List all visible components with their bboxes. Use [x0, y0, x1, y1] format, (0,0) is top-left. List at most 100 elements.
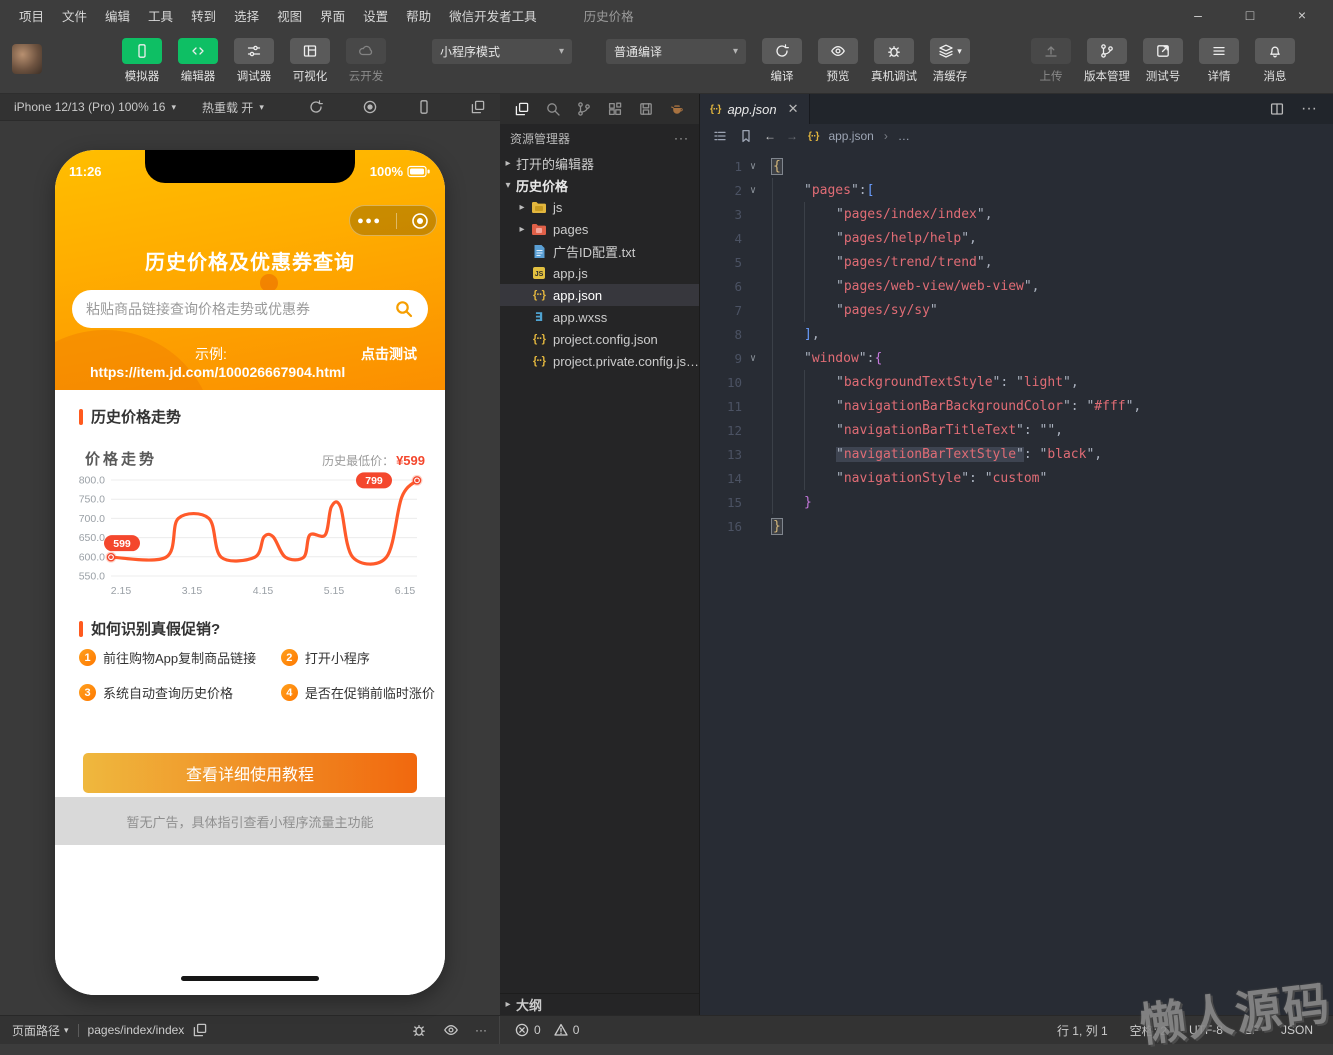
capsule-exit-icon[interactable] [411, 212, 429, 230]
menu-item-10[interactable]: 微信开发者工具 [440, 10, 546, 24]
nav-forward-icon[interactable]: → [786, 129, 798, 143]
menu-item-3[interactable]: 工具 [139, 10, 182, 24]
menu-item-9[interactable]: 帮助 [397, 10, 440, 24]
toolbar-button-清缓存[interactable]: ▾清缓存 [926, 38, 974, 84]
errors-indicator[interactable]: 0 [514, 1022, 541, 1038]
copy-path-icon[interactable] [192, 1022, 208, 1038]
tree-item-pages[interactable]: ▸pages [500, 218, 699, 240]
warnings-indicator[interactable]: 0 [553, 1022, 580, 1038]
toolbar-button-测试号[interactable]: 测试号 [1139, 38, 1187, 84]
toolbar-button-真机调试[interactable]: 真机调试 [870, 38, 918, 84]
tab-app-json[interactable]: {··} app.json ✕ [700, 94, 810, 124]
editor-more-icon[interactable]: ··· [1301, 100, 1317, 118]
toolbar-button-云开发[interactable]: 云开发 [342, 38, 390, 84]
tree-item-广告ID配置.txt[interactable]: 广告ID配置.txt [500, 240, 699, 262]
fold-chevron-icon[interactable]: ∨ [742, 161, 764, 172]
toolbar-button-预览[interactable]: 预览 [814, 38, 862, 84]
code-line-11[interactable]: 11"navigationBarBackgroundColor": "#fff"… [700, 394, 1333, 418]
maximize-icon[interactable]: □ [1241, 7, 1259, 23]
extensions-icon[interactable] [607, 101, 623, 117]
tutorial-button[interactable]: 查看详细使用教程 [83, 753, 417, 793]
toolbar-button-上传[interactable]: 上传 [1027, 38, 1075, 84]
record-icon[interactable] [362, 99, 378, 115]
nav-back-icon[interactable]: ← [764, 129, 776, 143]
page-path-label[interactable]: 页面路径 [12, 1022, 60, 1039]
code-area[interactable]: 1∨{2∨"pages": [3"pages/index/index",4"pa… [700, 148, 1333, 1015]
code-line-4[interactable]: 4"pages/help/help", [700, 226, 1333, 250]
tree-section-0[interactable]: ▸打开的编辑器 [500, 152, 699, 174]
menu-item-5[interactable]: 选择 [225, 10, 268, 24]
code-line-1[interactable]: 1∨{ [700, 154, 1333, 178]
files-icon[interactable] [514, 101, 530, 117]
language-mode[interactable]: JSON [1281, 1023, 1313, 1037]
split-editor-icon[interactable] [1269, 101, 1285, 117]
git-icon[interactable] [576, 101, 592, 117]
menu-item-4[interactable]: 转到 [182, 10, 225, 24]
breadcrumb-more[interactable]: … [898, 129, 910, 143]
breadcrumb-file[interactable]: app.json [828, 129, 873, 143]
encoding[interactable]: UTF-8 [1189, 1023, 1223, 1037]
toolbar-button-调试器[interactable]: 调试器 [230, 38, 278, 84]
tree-item-app.js[interactable]: JSapp.js [500, 262, 699, 284]
preview-status-icon[interactable] [443, 1022, 459, 1038]
device-frame-icon[interactable] [416, 99, 432, 115]
code-line-14[interactable]: 14"navigationStyle": "custom" [700, 466, 1333, 490]
device-select[interactable]: iPhone 12/13 (Pro) 100% 16 [14, 100, 165, 114]
tree-item-js[interactable]: ▸js [500, 196, 699, 218]
restart-icon[interactable] [308, 99, 324, 115]
toolbar-button-编辑器[interactable]: 编辑器 [174, 38, 222, 84]
code-line-2[interactable]: 2∨"pages": [ [700, 178, 1333, 202]
test-link[interactable]: 点击测试 [361, 344, 417, 364]
menu-item-6[interactable]: 视图 [268, 10, 311, 24]
outline-list-icon[interactable] [712, 128, 728, 144]
toolbar-button-可视化[interactable]: 可视化 [286, 38, 334, 84]
code-line-8[interactable]: 8], [700, 322, 1333, 346]
code-line-9[interactable]: 9∨"window": { [700, 346, 1333, 370]
menu-item-0[interactable]: 项目 [10, 10, 53, 24]
search-panel-icon[interactable] [545, 101, 561, 117]
tree-item-project.config.json[interactable]: {··}project.config.json [500, 328, 699, 350]
fold-chevron-icon[interactable]: ∨ [742, 185, 764, 196]
code-line-15[interactable]: 15} [700, 490, 1333, 514]
explorer-more-icon[interactable]: ··· [674, 131, 689, 145]
eol-setting[interactable]: LF [1245, 1023, 1259, 1037]
user-avatar[interactable] [12, 44, 42, 74]
toolbar-button-编译[interactable]: 编译 [758, 38, 806, 84]
toolbar-button-模拟器[interactable]: 模拟器 [118, 38, 166, 84]
menu-item-8[interactable]: 设置 [354, 10, 397, 24]
status-more-icon[interactable]: ··· [475, 1023, 487, 1037]
code-line-10[interactable]: 10"backgroundTextStyle": "light", [700, 370, 1333, 394]
tree-item-app.wxss[interactable]: ∃app.wxss [500, 306, 699, 328]
code-line-16[interactable]: 16} [700, 514, 1333, 538]
fold-chevron-icon[interactable]: ∨ [742, 353, 764, 364]
compile-select[interactable]: 普通编译▾ [606, 39, 746, 64]
search-input[interactable] [86, 301, 394, 317]
capsule-more-icon[interactable]: ●●● [357, 215, 381, 227]
tree-item-project.private.config.js…[interactable]: {··}project.private.config.js… [500, 350, 699, 372]
search-box[interactable] [72, 290, 428, 328]
code-line-13[interactable]: 13"navigationBarTextStyle": "black", [700, 442, 1333, 466]
indent-setting[interactable]: 空格: 2 [1130, 1022, 1167, 1039]
menu-item-2[interactable]: 编辑 [96, 10, 139, 24]
outline-section[interactable]: ▸ 大纲 [500, 993, 699, 1015]
code-line-6[interactable]: 6"pages/web-view/web-view", [700, 274, 1333, 298]
code-line-12[interactable]: 12"navigationBarTitleText": "", [700, 418, 1333, 442]
debug-status-icon[interactable] [411, 1022, 427, 1038]
tab-close-icon[interactable]: ✕ [788, 101, 799, 117]
multi-window-icon[interactable] [470, 99, 486, 115]
npm-icon[interactable] [638, 101, 654, 117]
toolbar-button-详情[interactable]: 详情 [1195, 38, 1243, 84]
code-line-3[interactable]: 3"pages/index/index", [700, 202, 1333, 226]
cursor-position[interactable]: 行 1, 列 1 [1057, 1022, 1108, 1039]
menu-item-1[interactable]: 文件 [53, 10, 96, 24]
toolbar-button-消息[interactable]: 消息 [1251, 38, 1299, 84]
code-line-7[interactable]: 7"pages/sy/sy" [700, 298, 1333, 322]
code-line-5[interactable]: 5"pages/trend/trend", [700, 250, 1333, 274]
toolbar-button-版本管理[interactable]: 版本管理 [1083, 38, 1131, 84]
miniapp-capsule[interactable]: ●●● [349, 205, 437, 236]
menu-item-7[interactable]: 界面 [311, 10, 354, 24]
close-icon[interactable]: × [1293, 7, 1311, 23]
teapot-icon[interactable] [669, 101, 685, 117]
minimize-icon[interactable]: – [1189, 7, 1207, 23]
hot-reload-toggle[interactable]: 热重载 开 [202, 99, 253, 116]
